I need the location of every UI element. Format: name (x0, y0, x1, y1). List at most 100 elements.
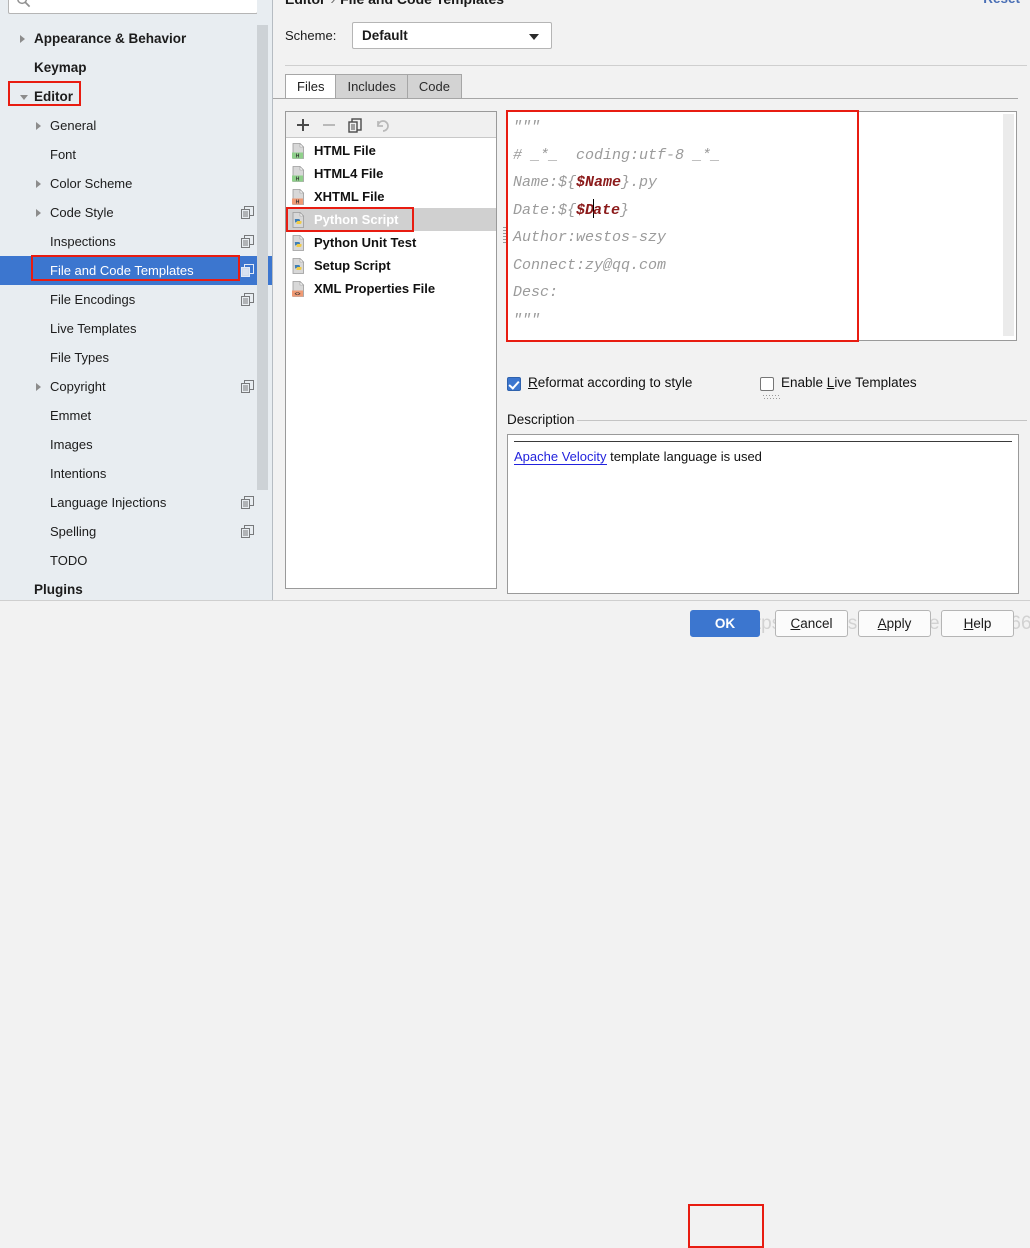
template-list-item[interactable]: Setup Script (286, 254, 496, 277)
annotation-box-ok-button (688, 1204, 764, 1248)
code-text: }.py (621, 174, 658, 191)
cancel-button[interactable]: Cancel (775, 610, 848, 637)
help-button[interactable]: Help (941, 610, 1014, 637)
sidebar-item-general[interactable]: General (0, 111, 272, 140)
tab-code[interactable]: Code (406, 74, 462, 98)
chevron-right-icon[interactable] (36, 383, 41, 391)
button-label: Apply (877, 616, 912, 631)
sidebar-item-copyright[interactable]: Copyright (0, 372, 272, 401)
ok-button[interactable]: OK (690, 610, 760, 637)
search-icon (17, 0, 31, 8)
editor-options-row: Reformat according to style Enable Live … (507, 375, 1019, 399)
sidebar-item-images[interactable]: Images (0, 430, 272, 459)
template-variable: ate (593, 201, 621, 219)
add-icon[interactable] (294, 116, 312, 134)
sidebar-item-file-encodings[interactable]: File Encodings (0, 285, 272, 314)
live-templates-checkbox[interactable] (760, 377, 774, 391)
sidebar-item-code-style[interactable]: Code Style (0, 198, 272, 227)
sidebar-item-label: Live Templates (50, 321, 137, 336)
svg-text:H: H (296, 177, 300, 182)
description-rest: template language is used (606, 449, 762, 464)
sidebar-item-language-injections[interactable]: Language Injections (0, 488, 272, 517)
sidebar-item-keymap[interactable]: Keymap (0, 53, 272, 82)
chevron-right-icon[interactable] (36, 122, 41, 130)
sidebar-item-editor[interactable]: Editor (0, 82, 272, 111)
template-list-item[interactable]: H HTML4 File (286, 162, 496, 185)
description-title: Description (507, 412, 575, 427)
sidebar-item-file-types[interactable]: File Types (0, 343, 272, 372)
sidebar-item-appearance-behavior[interactable]: Appearance & Behavior (0, 24, 272, 53)
live-templates-label[interactable]: Enable Live Templates (781, 375, 917, 390)
code-text: Author:westos-szy (513, 229, 667, 246)
reformat-label-post: eformat according to style (537, 375, 693, 390)
template-item-label: HTML4 File (314, 166, 384, 181)
sidebar-item-todo[interactable]: TODO (0, 546, 272, 575)
copy-settings-icon (241, 206, 254, 219)
search-box[interactable] (8, 0, 258, 14)
apache-velocity-link[interactable]: Apache Velocity (514, 449, 607, 465)
reset-link[interactable]: Reset (983, 0, 1020, 6)
python-file-icon (292, 235, 305, 251)
tab-underline (273, 98, 1018, 99)
editor-horizontal-scrollbar[interactable] (507, 341, 1017, 350)
search-input[interactable] (36, 0, 250, 12)
tab-includes[interactable]: Includes (335, 74, 408, 98)
chevron-down-icon (529, 34, 539, 40)
code-text: """ (513, 311, 541, 329)
chevron-right-icon[interactable] (20, 35, 25, 43)
live-templates-label-post: ive Templates (834, 375, 917, 390)
template-list-item[interactable]: H HTML File (286, 139, 496, 162)
svg-text:H: H (296, 200, 300, 205)
sidebar-item-label: Font (50, 147, 77, 162)
button-label: OK (714, 616, 736, 631)
chevron-right-icon[interactable] (36, 180, 41, 188)
editor-scrollbar-thumb[interactable] (1003, 114, 1014, 336)
focus-indicator-icon (763, 395, 780, 399)
reformat-checkbox[interactable] (507, 377, 521, 391)
reformat-label[interactable]: Reformat according to style (528, 375, 692, 390)
sidebar-item-intentions[interactable]: Intentions (0, 459, 272, 488)
sidebar-item-label: Editor (34, 89, 73, 104)
chevron-down-icon[interactable] (20, 95, 28, 100)
button-label: Cancel (790, 616, 833, 631)
template-list-item[interactable]: H XHTML File (286, 185, 496, 208)
sidebar-item-spelling[interactable]: Spelling (0, 517, 272, 546)
scheme-dropdown[interactable]: Default (352, 22, 552, 49)
sidebar-item-plugins[interactable]: Plugins (0, 575, 272, 600)
sidebar-item-inspections[interactable]: Inspections (0, 227, 272, 256)
sidebar-item-label: File and Code Templates (50, 263, 194, 278)
copy-icon[interactable] (346, 116, 364, 134)
breadcrumb-parent[interactable]: Editor (285, 0, 325, 7)
templates-list: H HTML File H HTML4 File H XHTML File Python S… (286, 139, 496, 300)
template-item-label: Setup Script (314, 258, 391, 273)
copy-settings-icon (241, 380, 254, 393)
template-code-text[interactable]: """ # _*_ coding:utf-8 _*_ Name:${$Name}.p… (513, 114, 720, 334)
tab-files[interactable]: Files (285, 74, 337, 98)
chevron-right-icon[interactable] (36, 209, 41, 217)
code-line: # _*_ coding:utf-8 _*_ (513, 142, 720, 170)
sidebar-item-label: Language Injections (50, 495, 167, 510)
sidebar-item-file-and-code-templates[interactable]: File and Code Templates (0, 256, 272, 285)
sidebar-item-label: Appearance & Behavior (34, 31, 187, 46)
template-list-item[interactable]: Python Script (286, 208, 496, 231)
scheme-selected-value: Default (362, 28, 408, 43)
sidebar-item-font[interactable]: Font (0, 140, 272, 169)
sidebar-item-label: File Types (50, 350, 110, 365)
code-text: } (620, 201, 630, 219)
template-list-item[interactable]: Python Unit Test (286, 231, 496, 254)
sidebar-item-label: Intentions (50, 466, 107, 481)
apply-button[interactable]: Apply (858, 610, 931, 637)
template-code-editor[interactable]: """ # _*_ coding:utf-8 _*_ Name:${$Name}.p… (507, 111, 1017, 341)
sidebar-item-emmet[interactable]: Emmet (0, 401, 272, 430)
code-line: Name:${$Name}.py (513, 169, 720, 197)
sidebar-item-live-templates[interactable]: Live Templates (0, 314, 272, 343)
description-box: Apache Velocity template language is use… (507, 434, 1019, 594)
sidebar-item-label: Plugins (34, 582, 83, 597)
template-variable: $Name (576, 174, 622, 191)
sidebar-scrollbar-thumb[interactable] (257, 25, 268, 490)
reset-icon[interactable] (374, 116, 392, 134)
sidebar-item-color-scheme[interactable]: Color Scheme (0, 169, 272, 198)
remove-icon[interactable] (320, 116, 338, 134)
settings-dialog: Appearance & Behavior Keymap Editor General… (0, 0, 1030, 1248)
template-list-item[interactable]: <> XML Properties File (286, 277, 496, 300)
